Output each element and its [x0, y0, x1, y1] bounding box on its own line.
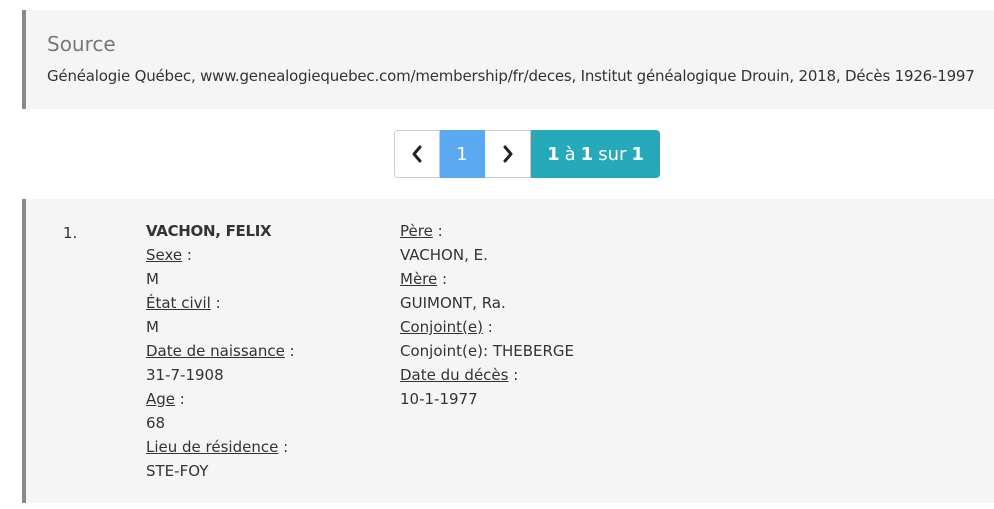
date-deces-value: 10-1-1977: [400, 390, 478, 408]
record-right-column: Père : VACHON, E. Mère : GUIMONT, Ra. Co…: [400, 219, 574, 411]
date-naissance-value: 31-7-1908: [146, 366, 224, 384]
mere-value: GUIMONT, Ra.: [400, 294, 506, 312]
etat-civil-label: État civil :: [146, 294, 221, 312]
record-left-column: VACHON, FELIX Sexe : M État civil : M Da…: [146, 219, 295, 483]
age-value: 68: [146, 414, 166, 432]
pagination: 1 1 à 1 sur 1: [394, 130, 660, 178]
conjoint-value: Conjoint(e): THEBERGE: [400, 342, 575, 360]
lieu-residence-value: STE-FOY: [146, 462, 209, 480]
conjoint-label: Conjoint(e) :: [400, 318, 493, 336]
lieu-residence-label: Lieu de résidence :: [146, 438, 289, 456]
range-word-sur: sur: [598, 143, 627, 165]
range-start: 1: [547, 143, 560, 165]
range-total: 1: [631, 143, 644, 165]
source-title: Source: [47, 32, 116, 56]
date-naissance-label: Date de naissance :: [146, 342, 295, 360]
sexe-label: Sexe :: [146, 246, 192, 264]
record-number: 1.: [63, 224, 78, 242]
chevron-left-icon: [412, 145, 422, 163]
source-citation: Généalogie Québec, www.genealogiequebec.…: [47, 67, 975, 85]
date-deces-label: Date du décès :: [400, 366, 519, 384]
next-page-button[interactable]: [485, 130, 531, 178]
pere-label: Père :: [400, 222, 443, 240]
page-1-button[interactable]: 1: [440, 130, 485, 178]
record-name: VACHON, FELIX: [146, 222, 272, 240]
pere-value: VACHON, E.: [400, 246, 488, 264]
age-label: Age :: [146, 390, 185, 408]
etat-civil-value: M: [146, 318, 159, 336]
range-end: 1: [580, 143, 594, 165]
previous-page-button[interactable]: [394, 130, 440, 178]
source-panel: Source Généalogie Québec, www.genealogie…: [22, 10, 994, 109]
sexe-value: M: [146, 270, 159, 288]
range-word-a: à: [564, 143, 576, 165]
record-card: 1. VACHON, FELIX Sexe : M État civil : M…: [22, 199, 994, 503]
results-range-badge: 1 à 1 sur 1: [531, 130, 660, 178]
chevron-right-icon: [503, 145, 512, 163]
mere-label: Mère :: [400, 270, 448, 288]
